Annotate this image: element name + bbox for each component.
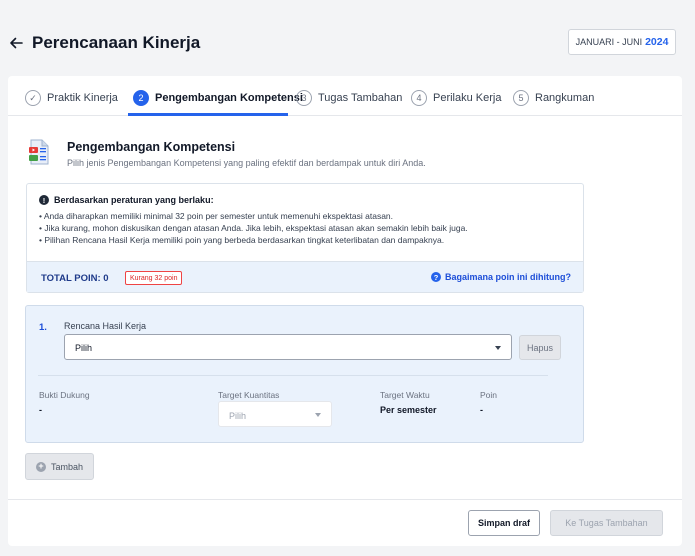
- step-pengembangan-kompetensi[interactable]: 2 Pengembangan Kompetensi: [133, 89, 303, 107]
- step-perilaku-kerja[interactable]: 4 Perilaku Kerja: [411, 89, 501, 107]
- step-label: Praktik Kinerja: [47, 92, 118, 104]
- footer-divider: [8, 499, 682, 500]
- rules-item: • Pilihan Rencana Hasil Kerja memiliki p…: [39, 235, 445, 245]
- quantity-label: Target Kuantitas: [218, 390, 280, 400]
- points-label: Poin: [480, 390, 498, 400]
- step-tugas-tambahan[interactable]: 3 Tugas Tambahan: [296, 89, 402, 107]
- points-value: -: [480, 405, 483, 415]
- page-header: Perencanaan Kinerja JANUARI - JUNI 2024: [0, 0, 695, 76]
- points-help-label: Bagaimana poin ini dihitung?: [445, 272, 571, 282]
- section-title: Pengembangan Kompetensi: [67, 140, 236, 154]
- time-value: Per semester: [380, 405, 437, 415]
- section-subtitle: Pilih jenis Pengembangan Kompetensi yang…: [67, 158, 426, 168]
- save-draft-button[interactable]: Simpan draf: [468, 510, 540, 536]
- step-label: Tugas Tambahan: [318, 92, 403, 104]
- step-label: Rangkuman: [535, 92, 595, 104]
- page-title: Perencanaan Kinerja: [32, 33, 201, 52]
- total-points: TOTAL POIN: 0: [41, 273, 109, 284]
- step-number: 4: [411, 90, 427, 106]
- time-label: Target Waktu: [380, 390, 430, 400]
- status-badge: Kurang 32 poin: [125, 271, 183, 285]
- add-button[interactable]: + Tambah: [25, 453, 94, 480]
- chevron-down-icon: [495, 346, 501, 350]
- period-label: JANUARI - JUNI: [575, 37, 643, 47]
- document-media-icon: [29, 139, 49, 165]
- select-value: Pilih: [229, 411, 247, 421]
- step-label: Perilaku Kerja: [433, 92, 502, 104]
- points-help-link[interactable]: ? Bagaimana poin ini dihitung?: [431, 272, 571, 282]
- step-rangkuman[interactable]: 5 Rangkuman: [513, 89, 594, 107]
- period-year: 2024: [645, 36, 669, 48]
- check-icon: ✓: [25, 90, 41, 106]
- step-number: 5: [513, 90, 529, 106]
- evidence-label: Bukti Dukung: [39, 390, 90, 400]
- select-value: Pilih: [75, 343, 93, 353]
- active-step-indicator: [128, 113, 288, 116]
- entry-number: 1.: [39, 322, 47, 333]
- arrow-left-icon[interactable]: [8, 35, 24, 51]
- rules-header: ! Berdasarkan peraturan yang berlaku:: [39, 195, 214, 205]
- delete-button[interactable]: Hapus: [519, 335, 561, 360]
- stepper: ✓ Praktik Kinerja 2 Pengembangan Kompete…: [8, 76, 682, 116]
- evidence-value: -: [39, 405, 42, 415]
- rencana-hasil-kerja-select[interactable]: Pilih: [64, 334, 512, 360]
- rencana-hasil-kerja-label: Rencana Hasil Kerja: [64, 321, 147, 331]
- rules-list: • Anda diharapkan memiliki minimal 32 po…: [39, 210, 468, 246]
- main-card: ✓ Praktik Kinerja 2 Pengembangan Kompete…: [8, 76, 682, 546]
- period-selector[interactable]: JANUARI - JUNI 2024: [568, 29, 676, 55]
- rules-panel: ! Berdasarkan peraturan yang berlaku: • …: [26, 183, 584, 293]
- question-icon: ?: [431, 272, 441, 282]
- info-icon: !: [39, 195, 49, 205]
- divider: [38, 375, 548, 376]
- chevron-down-icon: [315, 413, 321, 417]
- rules-item: • Anda diharapkan memiliki minimal 32 po…: [39, 211, 394, 221]
- competency-entry: 1. Rencana Hasil Kerja Pilih Hapus Bukti…: [25, 305, 584, 443]
- rules-title: Berdasarkan peraturan yang berlaku:: [54, 195, 214, 205]
- points-summary: TOTAL POIN: 0 Kurang 32 poin ? Bagaimana…: [27, 261, 583, 292]
- plus-icon: +: [35, 461, 46, 472]
- step-number: 2: [133, 90, 149, 106]
- step-praktik-kinerja[interactable]: ✓ Praktik Kinerja: [25, 89, 118, 107]
- add-label: Tambah: [50, 461, 84, 472]
- rules-item: • Jika kurang, mohon diskusikan dengan a…: [39, 223, 468, 233]
- step-number: 3: [296, 90, 312, 106]
- quantity-select[interactable]: Pilih: [218, 401, 332, 427]
- step-label: Pengembangan Kompetensi: [155, 92, 303, 104]
- next-step-button[interactable]: Ke Tugas Tambahan: [550, 510, 663, 536]
